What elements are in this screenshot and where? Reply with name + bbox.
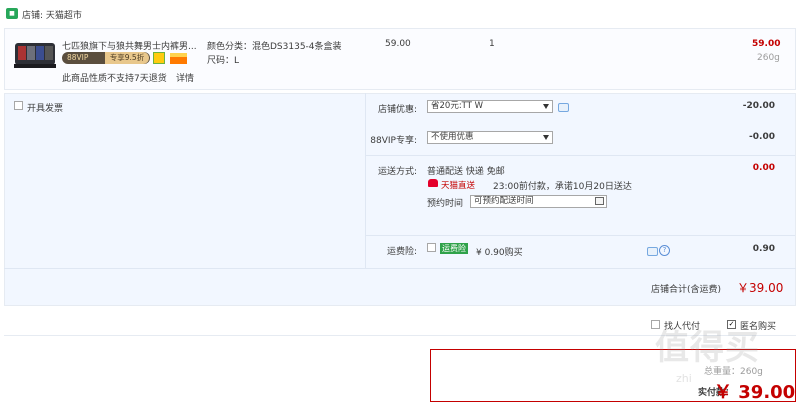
help-icon[interactable]: ? xyxy=(659,245,670,256)
return-policy-notice: 此商品性质不支持7天退货 xyxy=(62,74,167,84)
insurance-amount: 0.90 xyxy=(752,244,775,254)
shipping-amount: 0.00 xyxy=(752,163,775,173)
chat-icon[interactable] xyxy=(647,247,658,256)
insurance-label: 运费险: xyxy=(386,247,417,257)
coupon-select[interactable]: 省20元:TT W xyxy=(427,100,553,113)
product-title[interactable]: 七匹狼旗下与狼共舞男士内裤男... xyxy=(62,39,202,52)
coupon-label: 店铺优惠: xyxy=(377,105,417,115)
insurance-checkbox[interactable] xyxy=(427,243,436,252)
order-options-panel xyxy=(4,93,796,306)
schedule-time-input[interactable]: 可预约配送时间 xyxy=(470,195,607,208)
shop-name[interactable]: 店铺: 天猫超市 xyxy=(22,8,82,21)
schedule-placeholder: 可预约配送时间 xyxy=(474,196,534,206)
calendar-icon[interactable] xyxy=(595,197,604,205)
chat-icon[interactable] xyxy=(558,103,569,112)
vip-label: 88VIP专享: xyxy=(370,136,417,146)
unit-price: 59.00 xyxy=(385,39,411,49)
divider xyxy=(365,235,795,236)
store-total-label: 店铺合计(含运费) xyxy=(651,285,722,295)
shipping-method: 普通配送 快递 免邮 xyxy=(427,167,505,177)
divider xyxy=(365,93,366,268)
payment-total: ￥ 39.00 xyxy=(714,382,796,402)
vip-select[interactable]: 不使用优惠 xyxy=(427,131,553,144)
spec-color: 颜色分类：混色DS3135-4条盒装 xyxy=(207,42,342,52)
insurance-badge: 运费险 xyxy=(440,243,468,254)
tmall-icon xyxy=(428,179,438,187)
credit-card-icon xyxy=(170,53,187,64)
chevron-down-icon xyxy=(543,135,549,140)
item-subtotal: 59.00 xyxy=(752,39,781,49)
watermark: 值得买 xyxy=(655,328,760,368)
return-policy-details-link[interactable]: 详情 xyxy=(176,71,194,84)
invoice-label[interactable]: 开具发票 xyxy=(27,101,63,114)
product-thumbnail[interactable] xyxy=(14,35,56,71)
schedule-label: 预约时间 xyxy=(427,199,464,209)
coupon-amount: -20.00 xyxy=(742,101,775,111)
insurance-price: ¥ 0.90购买 xyxy=(476,248,523,258)
item-weight: 260g xyxy=(757,53,780,63)
quantity: 1 xyxy=(489,39,495,49)
vip-discount-badge: 专享9.5折 xyxy=(105,52,149,64)
store-total-value: ￥39.00 xyxy=(737,281,784,295)
delivery-promise: 23:00前付款，承诺10月20日送达 xyxy=(493,182,632,192)
shop-icon: ■ xyxy=(6,8,18,19)
direct-delivery-badge: 天猫直送 xyxy=(441,181,476,191)
vip-selected-value: 不使用优惠 xyxy=(431,132,474,142)
vip-badge-label: 88VIP xyxy=(67,53,89,62)
vip-amount: -0.00 xyxy=(749,132,775,142)
spec-size: 尺码：L xyxy=(207,56,240,66)
shipping-label: 运送方式: xyxy=(377,167,417,177)
divider xyxy=(365,155,795,156)
guarantee-icon xyxy=(153,52,165,64)
coupon-selected-value: 省20元:TT W xyxy=(431,101,484,111)
chevron-down-icon xyxy=(543,104,549,109)
shop-header: ■ 店铺: 天猫超市 xyxy=(0,0,800,28)
invoice-checkbox[interactable] xyxy=(14,101,23,110)
watermark-sub: zhi xyxy=(676,372,692,385)
divider xyxy=(4,268,796,269)
